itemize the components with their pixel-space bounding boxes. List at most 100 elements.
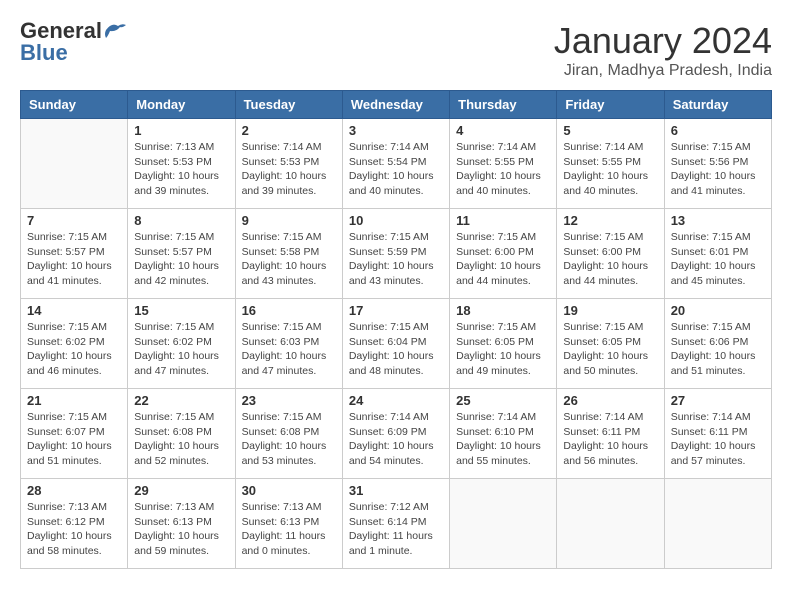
day-number: 31: [349, 483, 443, 498]
day-detail: Sunrise: 7:15 AM Sunset: 6:02 PM Dayligh…: [27, 320, 121, 379]
day-detail: Sunrise: 7:14 AM Sunset: 5:53 PM Dayligh…: [242, 140, 336, 199]
calendar-week-2: 7 Sunrise: 7:15 AM Sunset: 5:57 PM Daylig…: [21, 209, 772, 299]
calendar-week-1: 1 Sunrise: 7:13 AM Sunset: 5:53 PM Daylig…: [21, 119, 772, 209]
calendar-cell: 3 Sunrise: 7:14 AM Sunset: 5:54 PM Daylig…: [342, 119, 449, 209]
day-detail: Sunrise: 7:14 AM Sunset: 6:11 PM Dayligh…: [563, 410, 657, 469]
page-header: General Blue January 2024 Jiran, Madhya …: [20, 20, 772, 80]
day-number: 21: [27, 393, 121, 408]
calendar-cell: 29 Sunrise: 7:13 AM Sunset: 6:13 PM Dayli…: [128, 479, 235, 569]
day-number: 26: [563, 393, 657, 408]
day-detail: Sunrise: 7:15 AM Sunset: 6:05 PM Dayligh…: [563, 320, 657, 379]
day-number: 13: [671, 213, 765, 228]
calendar-cell: 18 Sunrise: 7:15 AM Sunset: 6:05 PM Dayli…: [450, 299, 557, 389]
header-sunday: Sunday: [21, 91, 128, 119]
calendar-cell: 2 Sunrise: 7:14 AM Sunset: 5:53 PM Daylig…: [235, 119, 342, 209]
calendar-cell: [557, 479, 664, 569]
calendar-table: Sunday Monday Tuesday Wednesday Thursday…: [20, 90, 772, 569]
month-title: January 2024: [554, 20, 772, 62]
calendar-cell: 26 Sunrise: 7:14 AM Sunset: 6:11 PM Dayli…: [557, 389, 664, 479]
day-detail: Sunrise: 7:15 AM Sunset: 6:02 PM Dayligh…: [134, 320, 228, 379]
day-detail: Sunrise: 7:15 AM Sunset: 6:08 PM Dayligh…: [242, 410, 336, 469]
calendar-cell: 31 Sunrise: 7:12 AM Sunset: 6:14 PM Dayli…: [342, 479, 449, 569]
day-number: 9: [242, 213, 336, 228]
calendar-cell: 25Sunrise: 7:14 AM Sunset: 6:10 PM Dayli…: [450, 389, 557, 479]
day-number: 20: [671, 303, 765, 318]
day-detail: Sunrise: 7:15 AM Sunset: 6:05 PM Dayligh…: [456, 320, 550, 379]
calendar-cell: 5Sunrise: 7:14 AM Sunset: 5:55 PM Daylig…: [557, 119, 664, 209]
header-friday: Friday: [557, 91, 664, 119]
day-number: 22: [134, 393, 228, 408]
day-number: 15: [134, 303, 228, 318]
calendar-cell: 9 Sunrise: 7:15 AM Sunset: 5:58 PM Daylig…: [235, 209, 342, 299]
calendar-cell: 27 Sunrise: 7:14 AM Sunset: 6:11 PM Dayli…: [664, 389, 771, 479]
calendar-cell: 19 Sunrise: 7:15 AM Sunset: 6:05 PM Dayli…: [557, 299, 664, 389]
day-detail: Sunrise: 7:13 AM Sunset: 6:12 PM Dayligh…: [27, 500, 121, 559]
day-number: 5: [563, 123, 657, 138]
header-thursday: Thursday: [450, 91, 557, 119]
calendar-cell: [450, 479, 557, 569]
day-number: 29: [134, 483, 228, 498]
header-row: Sunday Monday Tuesday Wednesday Thursday…: [21, 91, 772, 119]
calendar-cell: 11 Sunrise: 7:15 AM Sunset: 6:00 PM Dayli…: [450, 209, 557, 299]
header-monday: Monday: [128, 91, 235, 119]
day-number: 18: [456, 303, 550, 318]
day-detail: Sunrise: 7:15 AM Sunset: 5:57 PM Dayligh…: [27, 230, 121, 289]
calendar-cell: 1 Sunrise: 7:13 AM Sunset: 5:53 PM Daylig…: [128, 119, 235, 209]
day-number: 7: [27, 213, 121, 228]
day-detail: Sunrise: 7:14 AM Sunset: 6:11 PM Dayligh…: [671, 410, 765, 469]
day-detail: Sunrise: 7:15 AM Sunset: 5:58 PM Dayligh…: [242, 230, 336, 289]
day-detail: Sunrise: 7:15 AM Sunset: 6:04 PM Dayligh…: [349, 320, 443, 379]
day-detail: Sunrise: 7:13 AM Sunset: 6:13 PM Dayligh…: [134, 500, 228, 559]
day-number: 24: [349, 393, 443, 408]
logo-blue-text: Blue: [20, 42, 68, 64]
logo-general-text: General: [20, 20, 102, 42]
header-tuesday: Tuesday: [235, 91, 342, 119]
logo-bird-icon: [104, 22, 126, 40]
day-detail: Sunrise: 7:15 AM Sunset: 5:56 PM Dayligh…: [671, 140, 765, 199]
calendar-cell: 20Sunrise: 7:15 AM Sunset: 6:06 PM Dayli…: [664, 299, 771, 389]
day-detail: Sunrise: 7:15 AM Sunset: 5:57 PM Dayligh…: [134, 230, 228, 289]
calendar-cell: 12 Sunrise: 7:15 AM Sunset: 6:00 PM Dayli…: [557, 209, 664, 299]
calendar-cell: 21Sunrise: 7:15 AM Sunset: 6:07 PM Dayli…: [21, 389, 128, 479]
title-section: January 2024 Jiran, Madhya Pradesh, Indi…: [554, 20, 772, 80]
day-number: 27: [671, 393, 765, 408]
day-number: 1: [134, 123, 228, 138]
day-number: 23: [242, 393, 336, 408]
day-detail: Sunrise: 7:14 AM Sunset: 6:09 PM Dayligh…: [349, 410, 443, 469]
day-number: 19: [563, 303, 657, 318]
calendar-body: 1 Sunrise: 7:13 AM Sunset: 5:53 PM Daylig…: [21, 119, 772, 569]
day-detail: Sunrise: 7:12 AM Sunset: 6:14 PM Dayligh…: [349, 500, 443, 559]
header-wednesday: Wednesday: [342, 91, 449, 119]
day-detail: Sunrise: 7:15 AM Sunset: 6:01 PM Dayligh…: [671, 230, 765, 289]
calendar-cell: 28Sunrise: 7:13 AM Sunset: 6:12 PM Dayli…: [21, 479, 128, 569]
day-number: 11: [456, 213, 550, 228]
day-number: 17: [349, 303, 443, 318]
day-detail: Sunrise: 7:14 AM Sunset: 5:54 PM Dayligh…: [349, 140, 443, 199]
calendar-cell: 24 Sunrise: 7:14 AM Sunset: 6:09 PM Dayli…: [342, 389, 449, 479]
day-number: 3: [349, 123, 443, 138]
day-detail: Sunrise: 7:14 AM Sunset: 5:55 PM Dayligh…: [456, 140, 550, 199]
day-number: 12: [563, 213, 657, 228]
calendar-week-4: 21Sunrise: 7:15 AM Sunset: 6:07 PM Dayli…: [21, 389, 772, 479]
day-number: 4: [456, 123, 550, 138]
calendar-cell: 22Sunrise: 7:15 AM Sunset: 6:08 PM Dayli…: [128, 389, 235, 479]
day-number: 2: [242, 123, 336, 138]
day-detail: Sunrise: 7:15 AM Sunset: 6:00 PM Dayligh…: [563, 230, 657, 289]
day-detail: Sunrise: 7:15 AM Sunset: 6:00 PM Dayligh…: [456, 230, 550, 289]
day-number: 16: [242, 303, 336, 318]
calendar-cell: 23 Sunrise: 7:15 AM Sunset: 6:08 PM Dayli…: [235, 389, 342, 479]
calendar-cell: 16Sunrise: 7:15 AM Sunset: 6:03 PM Dayli…: [235, 299, 342, 389]
calendar-cell: 8Sunrise: 7:15 AM Sunset: 5:57 PM Daylig…: [128, 209, 235, 299]
calendar-cell: 17 Sunrise: 7:15 AM Sunset: 6:04 PM Dayli…: [342, 299, 449, 389]
calendar-cell: 10Sunrise: 7:15 AM Sunset: 5:59 PM Dayli…: [342, 209, 449, 299]
logo: General Blue: [20, 20, 126, 64]
location-text: Jiran, Madhya Pradesh, India: [554, 62, 772, 80]
calendar-cell: 4 Sunrise: 7:14 AM Sunset: 5:55 PM Daylig…: [450, 119, 557, 209]
calendar-header: Sunday Monday Tuesday Wednesday Thursday…: [21, 91, 772, 119]
day-detail: Sunrise: 7:13 AM Sunset: 6:13 PM Dayligh…: [242, 500, 336, 559]
header-saturday: Saturday: [664, 91, 771, 119]
calendar-cell: 6Sunrise: 7:15 AM Sunset: 5:56 PM Daylig…: [664, 119, 771, 209]
day-detail: Sunrise: 7:13 AM Sunset: 5:53 PM Dayligh…: [134, 140, 228, 199]
calendar-week-3: 14Sunrise: 7:15 AM Sunset: 6:02 PM Dayli…: [21, 299, 772, 389]
calendar-cell: 15 Sunrise: 7:15 AM Sunset: 6:02 PM Dayli…: [128, 299, 235, 389]
